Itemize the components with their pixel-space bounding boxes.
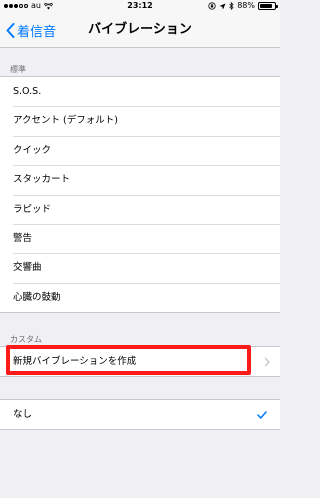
custom-vibrations-list: 新規バイブレーションを作成 <box>0 346 280 378</box>
status-bar: au 23:12 88% <box>0 0 280 12</box>
navigation-bar: 着信音 バイブレーション <box>0 12 280 48</box>
checkmark-icon <box>257 400 267 429</box>
page-title: バイブレーション <box>88 22 192 37</box>
location-icon <box>219 3 226 9</box>
list-item[interactable]: 交響曲 <box>0 253 280 282</box>
list-item[interactable]: 心臓の鼓動 <box>0 282 280 312</box>
none-option-list: なし <box>0 399 280 431</box>
list-item[interactable]: クイック <box>0 135 280 165</box>
list-item[interactable]: ラピッド <box>0 194 280 224</box>
section-header-standard: 標準 <box>10 65 26 74</box>
battery-icon <box>258 2 278 10</box>
none-option[interactable]: なし <box>0 400 280 429</box>
create-new-vibration-button[interactable]: 新規バイブレーションを作成 <box>0 347 280 376</box>
battery-percent: 88% <box>237 1 255 10</box>
bluetooth-icon <box>229 2 234 10</box>
create-new-vibration-label: 新規バイブレーションを作成 <box>13 356 137 367</box>
battery-fill <box>260 4 273 8</box>
chevron-right-icon <box>264 347 270 376</box>
section-header-custom: カスタム <box>10 335 42 344</box>
list-item[interactable]: スタッカート <box>0 165 280 194</box>
list-item[interactable]: アクセント (デフォルト) <box>0 106 280 135</box>
none-option-label: なし <box>13 409 33 420</box>
list-item[interactable]: S.O.S. <box>0 77 280 106</box>
rotation-lock-icon <box>208 2 216 10</box>
standard-vibrations-list: S.O.S. アクセント (デフォルト) クイック スタッカート ラピッド 警告… <box>0 76 280 314</box>
status-right: 88% <box>208 0 278 12</box>
list-item[interactable]: 警告 <box>0 223 280 253</box>
